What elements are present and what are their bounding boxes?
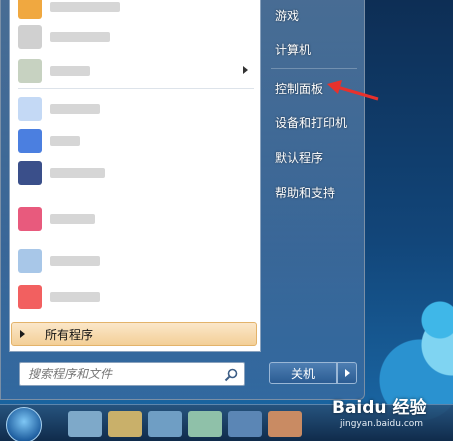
taskbar-app-icon[interactable] — [108, 411, 142, 437]
app-icon — [18, 285, 42, 309]
program-label — [50, 214, 95, 224]
menu-item-label: 帮助和支持 — [275, 185, 336, 200]
taskbar-app-icon[interactable] — [188, 411, 222, 437]
all-programs-label: 所有程序 — [45, 327, 94, 342]
arrow-right-icon — [20, 330, 25, 338]
program-label — [50, 66, 90, 76]
search-box[interactable] — [19, 362, 245, 386]
program-label — [50, 136, 80, 146]
menu-item-label: 默认程序 — [275, 150, 324, 165]
program-item[interactable] — [14, 0, 258, 22]
app-icon — [18, 97, 42, 121]
watermark: Baidu 经验 — [332, 398, 427, 418]
start-menu: 所有程序 游戏 计算机 控制面板 设备和打印机 默认程序 帮助和支持 关机 — [0, 0, 365, 400]
menu-item-control-panel[interactable]: 控制面板 — [267, 75, 361, 101]
program-label — [50, 32, 110, 42]
menu-item-computer[interactable]: 计算机 — [267, 36, 361, 62]
program-item[interactable] — [14, 126, 258, 156]
app-icon — [18, 129, 42, 153]
program-item[interactable] — [14, 158, 258, 188]
search-icon[interactable] — [224, 368, 238, 382]
program-label — [50, 256, 100, 266]
shutdown-label: 关机 — [290, 366, 315, 381]
taskbar-app-icon[interactable] — [148, 411, 182, 437]
taskbar-app-icon[interactable] — [268, 411, 302, 437]
app-icon — [18, 59, 42, 83]
program-item[interactable] — [14, 246, 258, 276]
menu-item-label: 游戏 — [275, 8, 300, 23]
taskbar-app-icon[interactable] — [228, 411, 262, 437]
menu-item-games[interactable]: 游戏 — [267, 2, 361, 28]
app-icon — [18, 161, 42, 185]
program-item[interactable] — [14, 94, 258, 124]
program-label — [50, 168, 105, 178]
app-icon — [18, 25, 42, 49]
program-item[interactable] — [14, 56, 258, 86]
app-icon — [18, 207, 42, 231]
menu-item-devices-printers[interactable]: 设备和打印机 — [267, 109, 361, 135]
program-label — [50, 104, 100, 114]
start-button[interactable] — [6, 407, 42, 441]
app-icon — [18, 249, 42, 273]
menu-item-label: 计算机 — [275, 42, 312, 57]
menu-item-label: 设备和打印机 — [275, 115, 348, 130]
submenu-arrow-icon — [243, 66, 248, 74]
program-item[interactable] — [14, 22, 258, 52]
menu-item-help-support[interactable]: 帮助和支持 — [267, 179, 361, 205]
program-label — [50, 2, 120, 12]
taskbar-app-icon[interactable] — [68, 411, 102, 437]
app-icon — [18, 0, 42, 19]
program-label — [50, 292, 100, 302]
programs-pane — [9, 0, 261, 352]
menu-separator — [271, 68, 357, 69]
watermark-url: jingyan.baidu.com — [340, 419, 424, 429]
shutdown-options-button[interactable] — [337, 362, 357, 384]
program-item[interactable] — [14, 204, 258, 234]
search-input[interactable] — [28, 367, 208, 381]
chevron-right-icon — [344, 369, 350, 377]
shutdown-button[interactable]: 关机 — [269, 362, 337, 384]
divider — [18, 88, 254, 89]
program-item[interactable] — [14, 282, 258, 312]
all-programs-button[interactable]: 所有程序 — [11, 322, 257, 346]
menu-item-default-programs[interactable]: 默认程序 — [267, 144, 361, 170]
menu-item-label: 控制面板 — [275, 81, 324, 96]
